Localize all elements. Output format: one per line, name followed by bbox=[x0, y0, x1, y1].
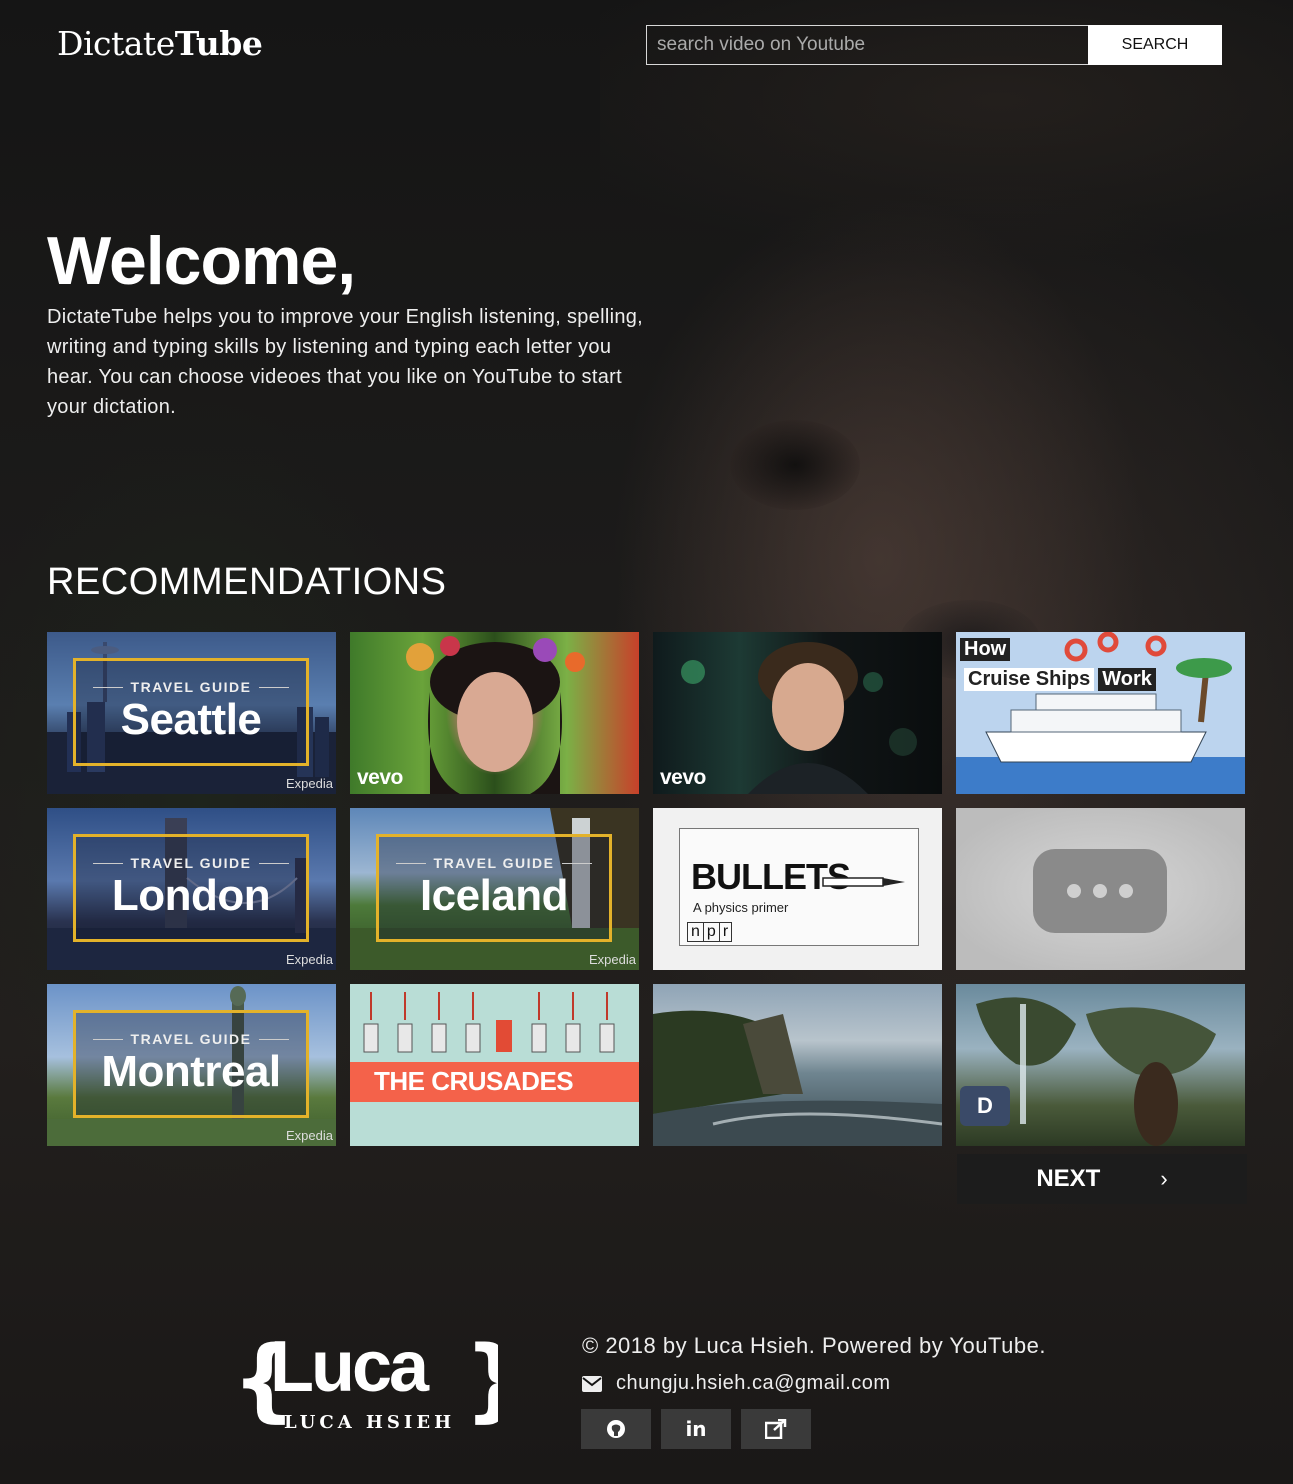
travel-guide-label: TRAVEL GUIDE bbox=[93, 855, 290, 871]
vevo-logo: vevo bbox=[660, 766, 706, 789]
external-link-icon bbox=[765, 1419, 787, 1439]
coast-graphic bbox=[653, 1010, 942, 1146]
video-thumb-music-1[interactable]: vevo bbox=[350, 632, 639, 794]
expedia-logo: Expedia bbox=[286, 952, 333, 967]
travel-guide-city: Iceland bbox=[419, 871, 569, 920]
travel-guide-label: TRAVEL GUIDE bbox=[396, 855, 593, 871]
video-grid: TRAVEL GUIDE Seattle Expedia vevo vevo H… bbox=[47, 632, 1246, 1146]
crusades-title: THE CRUSADES bbox=[374, 1066, 574, 1096]
pen-icon bbox=[822, 877, 905, 887]
video-thumb-montreal[interactable]: TRAVEL GUIDE Montreal Expedia bbox=[47, 984, 336, 1146]
expedia-logo: Expedia bbox=[286, 1128, 333, 1143]
footer-email-row: chungju.hsieh.ca@gmail.com bbox=[582, 1372, 891, 1395]
svg-text:}: } bbox=[464, 1332, 498, 1432]
social-links: in bbox=[581, 1409, 811, 1449]
placeholder-play-icon bbox=[1033, 849, 1167, 933]
npr-logo: n p r bbox=[687, 922, 733, 942]
video-thumb-bullets[interactable]: BULLETS A physics primer n p r bbox=[653, 808, 942, 970]
footer-copyright: © 2018 by Luca Hsieh. Powered by YouTube… bbox=[582, 1333, 1046, 1358]
video-thumb-iceland[interactable]: TRAVEL GUIDE Iceland Expedia bbox=[350, 808, 639, 970]
intro-text: DictateTube helps you to improve your En… bbox=[47, 306, 644, 418]
npr-letter: n bbox=[687, 922, 704, 942]
footer-logo-word: Luca bbox=[270, 1327, 429, 1407]
cruise-ships-label: Cruise Ships bbox=[964, 668, 1095, 691]
video-thumb-seattle[interactable]: TRAVEL GUIDE Seattle Expedia bbox=[47, 632, 336, 794]
search-input[interactable] bbox=[646, 25, 1088, 65]
travel-guide-frame: TRAVEL GUIDE Seattle bbox=[73, 658, 309, 766]
expedia-logo: Expedia bbox=[589, 952, 636, 967]
github-button[interactable] bbox=[581, 1409, 651, 1449]
welcome-heading: Welcome, bbox=[47, 223, 356, 299]
travel-guide-frame: TRAVEL GUIDE Iceland bbox=[376, 834, 612, 942]
footer-email[interactable]: chungju.hsieh.ca@gmail.com bbox=[616, 1372, 891, 1395]
footer-logo-name: LUCA HSIEH bbox=[284, 1412, 456, 1433]
cruise-title: Cruise Ships Work bbox=[964, 668, 1156, 691]
cruise-how-label: How bbox=[960, 638, 1011, 661]
search-button[interactable]: SEARCH bbox=[1088, 25, 1222, 65]
travel-guide-frame: TRAVEL GUIDE London bbox=[73, 834, 309, 942]
recommendations-heading: RECOMMENDATIONS bbox=[47, 561, 447, 603]
travel-guide-label: TRAVEL GUIDE bbox=[93, 679, 290, 695]
linkedin-icon: in bbox=[685, 1417, 707, 1441]
logo-text-bold: Tube bbox=[174, 24, 263, 63]
site-logo[interactable]: DictateTube bbox=[57, 24, 263, 63]
search-bar: SEARCH bbox=[646, 25, 1222, 65]
footer-brand-logo: { } Luca LUCA HSIEH bbox=[232, 1327, 528, 1436]
travel-guide-city: Montreal bbox=[101, 1047, 281, 1096]
cruise-work-label: Work bbox=[1098, 668, 1156, 691]
knights-graphic bbox=[350, 992, 639, 1102]
video-thumb-crusades[interactable]: THE CRUSADES bbox=[350, 984, 639, 1146]
video-thumb-music-2[interactable]: vevo bbox=[653, 632, 942, 794]
linkedin-button[interactable]: in bbox=[661, 1409, 731, 1449]
chevron-right-icon: › bbox=[1160, 1166, 1168, 1191]
video-thumb-cruise-ships[interactable]: How Cruise Ships Work bbox=[956, 632, 1245, 794]
next-button[interactable]: NEXT › bbox=[957, 1154, 1247, 1204]
github-icon bbox=[607, 1420, 625, 1438]
next-label: NEXT bbox=[1036, 1165, 1101, 1192]
logo-text-light: Dictate bbox=[57, 24, 175, 63]
video-thumb-london[interactable]: TRAVEL GUIDE London Expedia bbox=[47, 808, 336, 970]
vevo-logo: vevo bbox=[357, 766, 403, 789]
travel-guide-city: Seattle bbox=[120, 695, 262, 744]
npr-letter: r bbox=[719, 922, 733, 942]
npr-letter: p bbox=[703, 922, 720, 942]
expedia-logo: Expedia bbox=[286, 776, 333, 791]
external-link-button[interactable] bbox=[741, 1409, 811, 1449]
video-thumb-unavailable[interactable] bbox=[956, 808, 1245, 970]
envelope-icon bbox=[582, 1375, 602, 1392]
video-thumb-pandora[interactable]: D bbox=[956, 984, 1245, 1146]
background-eye bbox=[730, 420, 860, 510]
travel-guide-frame: TRAVEL GUIDE Montreal bbox=[73, 1010, 309, 1118]
video-thumb-coastline[interactable] bbox=[653, 984, 942, 1146]
bullets-subtitle: A physics primer bbox=[693, 900, 789, 915]
travel-guide-city: London bbox=[111, 871, 271, 920]
disney-logo: D bbox=[960, 1086, 1010, 1126]
travel-guide-label: TRAVEL GUIDE bbox=[93, 1031, 290, 1047]
